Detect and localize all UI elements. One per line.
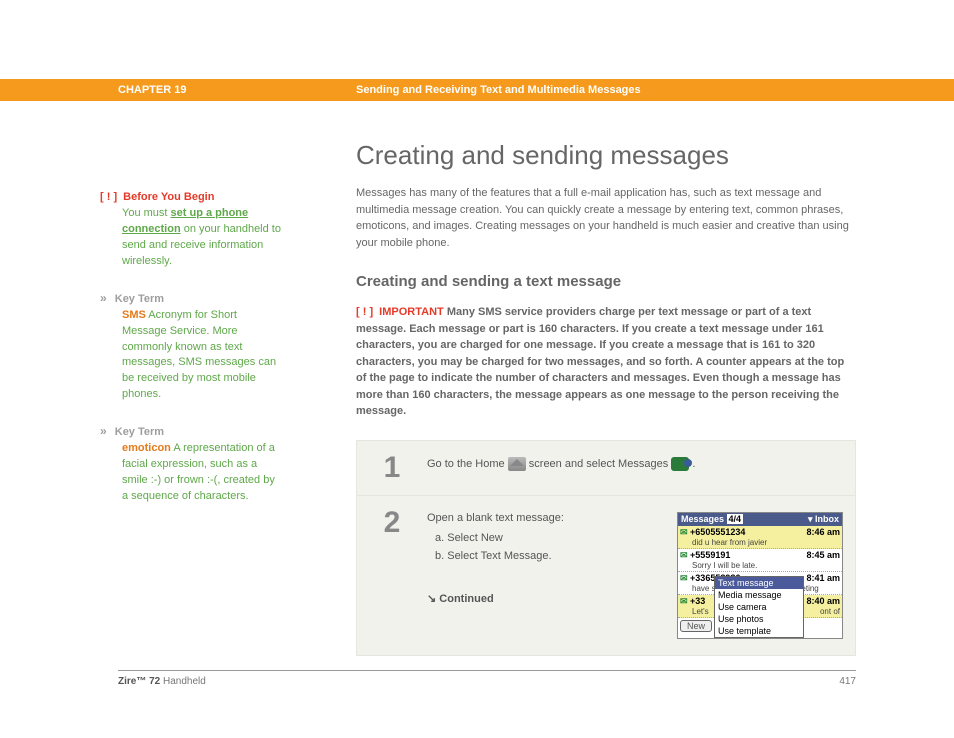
footer: Zire™ 72 Handheld 417	[118, 670, 856, 687]
important-note: [ ! ] IMPORTANT Many SMS service provide…	[356, 304, 856, 420]
list-item: +65055512348:46 am did u hear from javie…	[678, 526, 842, 549]
page-title: Creating and sending messages	[356, 140, 856, 171]
term-emoticon: emoticon	[122, 442, 171, 454]
list-item: +55591918:45 am Sorry I will be late.	[678, 549, 842, 572]
step-1: 1 Go to the Home screen and select Messa…	[357, 441, 855, 496]
before-title: Before You Begin	[123, 191, 214, 203]
chevron-icon: »	[100, 291, 107, 305]
key-term-sms: » Key Term SMS Acronym for Short Message…	[100, 290, 282, 404]
alert-marker: [ ! ]	[356, 306, 373, 318]
chevron-icon: »	[100, 424, 107, 438]
device-screenshot: Messages 4/4 ▾ Inbox +65055512348:46 am …	[677, 512, 843, 639]
home-icon	[508, 457, 526, 471]
important-label: IMPORTANT	[379, 306, 444, 318]
keyterm-label: Key Term	[115, 426, 164, 438]
page-number: 417	[839, 676, 856, 687]
sidebar: [ ! ] Before You Begin You must set up a…	[100, 190, 282, 525]
keyterm-label: Key Term	[115, 293, 164, 305]
before-you-begin: [ ! ] Before You Begin You must set up a…	[100, 190, 282, 270]
intro-paragraph: Messages has many of the features that a…	[356, 185, 856, 251]
alert-marker: [ ! ]	[100, 191, 117, 203]
new-button: New	[680, 620, 712, 632]
key-term-emoticon: » Key Term emoticon A representation of …	[100, 423, 282, 505]
header-bar: CHAPTER 19 Sending and Receiving Text an…	[0, 79, 954, 101]
chapter-title: Sending and Receiving Text and Multimedi…	[356, 84, 641, 96]
term-sms: SMS	[122, 309, 146, 321]
popup-menu: Text message Media message Use camera Us…	[714, 576, 804, 638]
chapter-label: CHAPTER 19	[118, 84, 356, 96]
continued-indicator: Continued	[427, 592, 669, 605]
step-2: 2 Open a blank text message: a. Select N…	[357, 496, 855, 655]
main-content: Creating and sending messages Messages h…	[356, 140, 856, 656]
section-title: Creating and sending a text message	[356, 273, 856, 290]
steps-container: 1 Go to the Home screen and select Messa…	[356, 440, 856, 656]
step-number: 2	[357, 496, 427, 655]
messages-icon	[671, 457, 689, 471]
step-number: 1	[357, 441, 427, 495]
